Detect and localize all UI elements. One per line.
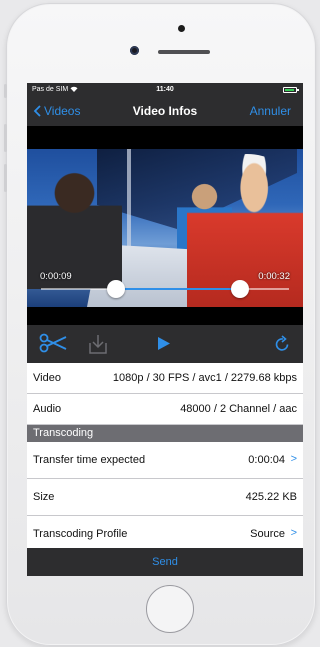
profile-value: Source [250,528,285,540]
trim-track[interactable] [41,288,289,290]
home-button[interactable] [146,585,194,633]
trim-start-handle[interactable] [107,280,125,298]
back-label: Videos [44,104,81,118]
volume-up-button [4,124,7,152]
cancel-button[interactable]: Annuler [250,104,291,118]
trim-end-time: 0:00:32 [258,271,290,282]
front-camera [130,46,139,55]
audio-info-row: Audio 48000 / 2 Channel / aac [27,394,303,425]
earpiece-speaker [158,50,210,54]
transfer-time-row[interactable]: Transfer time expected 0:00:04 > [27,442,303,479]
chevron-left-icon [33,105,41,117]
battery-icon [283,87,299,93]
status-bar: Pas de SIM 11:40 [27,83,303,96]
trim-end-handle[interactable] [231,280,249,298]
video-preview[interactable]: 0:00:09 0:00:32 [27,149,303,307]
edit-toolbar [27,325,303,363]
play-icon[interactable] [157,336,171,351]
proximity-sensor [178,25,185,32]
chevron-right-icon: > [290,453,297,465]
video-value: 1080p / 30 FPS / avc1 / 2279.68 kbps [112,372,297,384]
audio-label: Audio [33,403,62,415]
transfer-time-label: Transfer time expected [33,454,146,466]
transcoding-section-header: Transcoding [27,425,303,442]
transfer-time-value: 0:00:04 [248,454,285,466]
profile-label: Transcoding Profile [33,528,128,540]
send-button[interactable]: Send [27,556,303,568]
video-top-margin [27,126,303,148]
audio-value: 48000 / 2 Channel / aac [180,403,297,415]
back-button[interactable]: Videos [33,104,80,118]
volume-down-button [4,164,7,192]
app-screen: Pas de SIM 11:40 Videos Video Infos Annu… [27,83,303,576]
video-label: Video [33,372,61,384]
send-bar: Send [27,548,303,576]
info-table: Video 1080p / 30 FPS / avc1 / 2279.68 kb… [27,363,303,553]
download-icon[interactable] [87,333,109,355]
trim-range [116,288,240,290]
status-time: 11:40 [156,86,174,93]
navigation-bar: Videos Video Infos Annuler [27,96,303,126]
video-info-row: Video 1080p / 30 FPS / avc1 / 2279.68 kb… [27,363,303,394]
rotate-icon[interactable] [275,335,290,352]
scissors-icon[interactable] [39,333,67,353]
chevron-right-icon: > [290,527,297,539]
size-label: Size [33,491,55,503]
trim-start-time: 0:00:09 [40,271,72,282]
size-value: 425.22 KB [245,491,297,503]
size-row: Size 425.22 KB [27,479,303,516]
mute-switch [4,84,7,98]
